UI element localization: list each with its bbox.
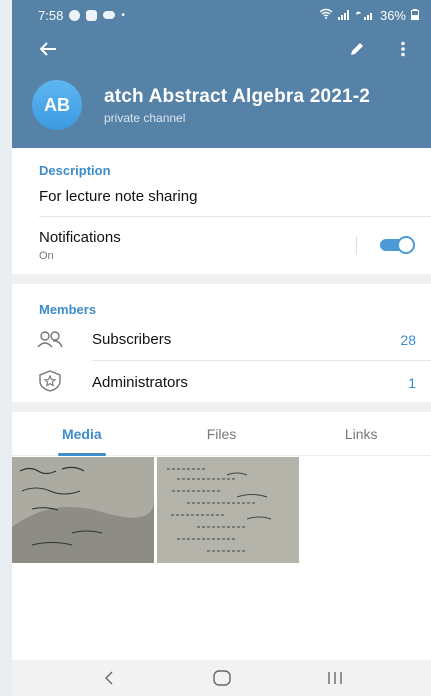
status-time: 7:58 (38, 7, 64, 23)
description-label: Description (39, 163, 111, 178)
description-text[interactable]: For lecture note sharing (39, 188, 197, 205)
channel-avatar[interactable]: AB (32, 80, 82, 130)
wifi-icon (319, 8, 333, 22)
call-signal-icon (355, 8, 375, 23)
more-options-button[interactable] (389, 35, 417, 63)
section-gap (12, 274, 431, 284)
media-thumbnail[interactable] (12, 457, 154, 563)
signal-icon (337, 8, 350, 23)
people-icon (37, 331, 63, 348)
tab-links[interactable]: Links (291, 418, 431, 455)
battery-text: 36% (379, 7, 406, 23)
notifications-title[interactable]: Notifications (39, 229, 121, 246)
channel-title: atch Abstract Algebra 2021-2 (104, 85, 371, 107)
kebab-menu-icon (401, 41, 405, 57)
notifications-toggle[interactable] (380, 236, 416, 254)
media-grid (12, 457, 299, 563)
app-screen: 7:58 • 36% AB atch Abstract Algebra 2021… (12, 0, 431, 696)
back-button[interactable] (34, 35, 62, 63)
channel-header: 7:58 • 36% AB atch Abstract Algebra 2021… (12, 0, 431, 148)
toolbar (12, 33, 431, 65)
subscribers-count: 28 (400, 332, 416, 348)
divider (356, 236, 357, 254)
channel-info[interactable]: AB atch Abstract Algebra 2021-2 private … (32, 80, 431, 130)
edit-button[interactable] (343, 35, 371, 63)
members-label: Members (39, 302, 97, 317)
channel-subtitle: private channel (104, 110, 186, 125)
system-nav-bar (12, 660, 431, 696)
status-bar: 7:58 • 36% (12, 0, 431, 30)
battery-icon (411, 8, 419, 23)
nav-home-button[interactable] (207, 666, 237, 690)
arrow-left-icon (39, 42, 56, 56)
media-tabs: Media Files Links (12, 418, 431, 456)
cloud-icon (103, 11, 116, 19)
chevron-left-icon (104, 671, 112, 685)
dot-icon: • (121, 9, 125, 21)
pencil-icon (351, 43, 363, 55)
notification-icon (69, 9, 81, 21)
nav-recents-button[interactable] (320, 666, 350, 690)
toggle-knob (397, 236, 415, 254)
nav-back-button[interactable] (94, 666, 124, 690)
admin-badge-icon (39, 370, 61, 392)
recents-icon (327, 672, 342, 684)
tab-files[interactable]: Files (152, 418, 292, 455)
administrators-count: 1 (408, 375, 416, 391)
subscribers-label: Subscribers (92, 331, 172, 348)
administrators-label: Administrators (92, 374, 188, 391)
notifications-state: On (39, 250, 54, 262)
tab-media[interactable]: Media (12, 418, 152, 455)
instagram-icon (86, 9, 98, 21)
media-thumbnail[interactable] (157, 457, 299, 563)
divider (92, 360, 431, 361)
divider (39, 216, 431, 217)
section-gap (12, 402, 431, 412)
home-icon (212, 670, 231, 686)
